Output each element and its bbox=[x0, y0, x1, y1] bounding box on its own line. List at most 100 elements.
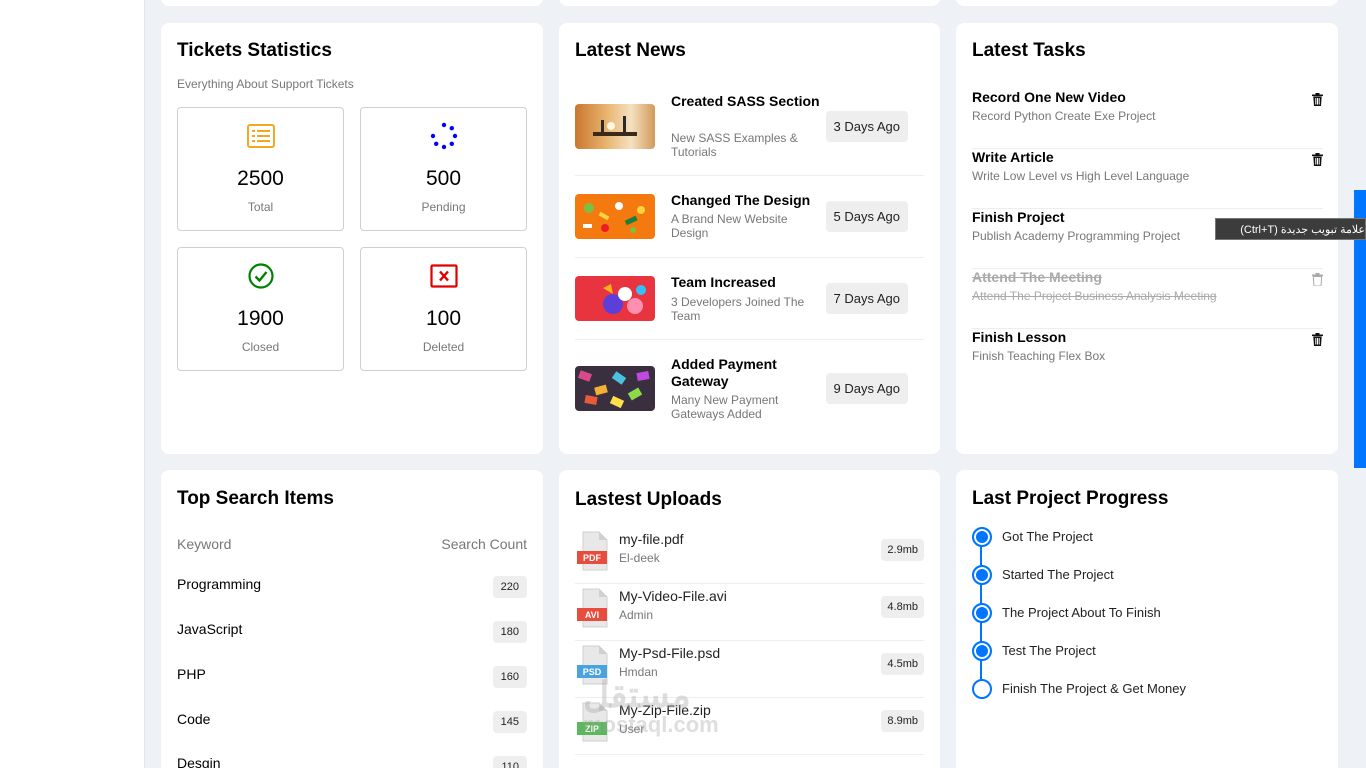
tickets-card: Tickets Statistics Everything About Supp… bbox=[161, 23, 543, 454]
progress-title: Last Project Progress bbox=[972, 488, 1169, 509]
tasks-title: Latest Tasks bbox=[972, 40, 1086, 61]
card-top-middle bbox=[559, 0, 940, 6]
ticket-closed-box: 1900 Closed bbox=[177, 247, 344, 371]
svg-text:PSD: PSD bbox=[583, 667, 602, 677]
upload-name: my-file.pdf bbox=[619, 531, 684, 547]
check-circle-icon bbox=[178, 262, 343, 290]
svg-text:AVI: AVI bbox=[585, 610, 599, 620]
psd-file-icon: PSD bbox=[577, 645, 608, 685]
list-icon bbox=[178, 122, 343, 150]
upload-size: 8.9mb bbox=[881, 710, 924, 732]
trash-icon[interactable] bbox=[1312, 333, 1323, 351]
ticket-closed-value: 1900 bbox=[237, 307, 284, 330]
search-count: 110 bbox=[493, 756, 527, 768]
news-item-desc: New SASS Examples & Tutorials bbox=[671, 131, 798, 159]
search-keyword: Code bbox=[177, 711, 211, 727]
search-card: Top Search Items Keyword Search Count Pr… bbox=[161, 470, 543, 768]
news-item[interactable]: Created SASS Section New SASS Examples &… bbox=[575, 85, 924, 176]
search-keyword: Programming bbox=[177, 576, 262, 592]
news-item-title: Added Payment Gateway bbox=[671, 356, 777, 389]
upload-name: My-Zip-File.zip bbox=[619, 702, 711, 718]
upload-item[interactable]: AVI My-Video-File.avi Admin 4.8mb bbox=[575, 584, 924, 641]
ticket-pending-label: Pending bbox=[421, 200, 466, 214]
card-top-right bbox=[956, 0, 1338, 6]
search-count: 180 bbox=[492, 621, 527, 643]
search-row: JavaScript 180 bbox=[177, 621, 527, 643]
upload-name: My-Psd-File.psd bbox=[619, 645, 721, 661]
search-keyword: PHP bbox=[177, 666, 206, 682]
upload-item[interactable]: ZIP My-Zip-File.zip User 8.9mb bbox=[575, 698, 924, 755]
news-item-date: 3 Days Ago bbox=[825, 111, 908, 142]
search-count: 145 bbox=[492, 711, 527, 733]
news-item[interactable]: Changed The Design A Brand New Website D… bbox=[575, 176, 924, 258]
search-keyword: Desgin bbox=[177, 755, 221, 768]
upload-name: My-Video-File.avi bbox=[619, 588, 727, 604]
news-item-title: Changed The Design bbox=[671, 192, 811, 208]
news-item-date: 5 Days Ago bbox=[825, 201, 908, 232]
search-title: Top Search Items bbox=[177, 488, 334, 509]
news-image bbox=[575, 104, 655, 149]
task-desc: Attend The Project Business Analysis Mee… bbox=[972, 289, 1217, 303]
svg-text:PDF: PDF bbox=[583, 553, 602, 563]
trash-icon[interactable] bbox=[1312, 153, 1323, 171]
ticket-total-label: Total bbox=[247, 200, 274, 214]
trash-icon[interactable] bbox=[1312, 273, 1323, 291]
ticket-pending-box: 500 Pending bbox=[360, 107, 527, 231]
news-item-title: Created SASS Section bbox=[671, 93, 820, 109]
news-item-desc: A Brand New Website Design bbox=[671, 212, 788, 240]
ticket-total-value: 2500 bbox=[237, 167, 284, 190]
news-item[interactable]: Team Increased 3 Developers Joined The T… bbox=[575, 258, 924, 340]
ticket-deleted-box: 100 Deleted bbox=[360, 247, 527, 371]
task-item: Write Article Write Low Level vs High Le… bbox=[972, 149, 1323, 209]
ticket-deleted-label: Deleted bbox=[422, 340, 465, 354]
uploads-card: Lastest Uploads PDF my-file.pdf El-deek … bbox=[559, 470, 940, 768]
avi-file-icon: AVI bbox=[577, 588, 608, 628]
search-row: Programming 220 bbox=[177, 576, 527, 598]
upload-size: 4.8mb bbox=[881, 596, 924, 618]
tickets-title: Tickets Statistics bbox=[177, 40, 332, 61]
upload-user: Admin bbox=[619, 608, 654, 622]
search-row: Desgin 110 bbox=[177, 755, 527, 768]
task-item-done: Attend The Meeting Attend The Project Bu… bbox=[972, 269, 1323, 329]
upload-size: 2.9mb bbox=[881, 539, 924, 561]
task-title: Attend The Meeting bbox=[972, 269, 1102, 285]
task-title: Finish Project bbox=[972, 209, 1065, 225]
news-image bbox=[575, 194, 655, 239]
search-row: Code 145 bbox=[177, 711, 527, 733]
sidebar bbox=[0, 0, 145, 768]
x-square-icon bbox=[361, 262, 526, 290]
spinner-icon bbox=[361, 122, 526, 150]
task-desc: Record Python Create Exe Project bbox=[972, 109, 1156, 123]
upload-item[interactable]: PSD My-Psd-File.psd Hmdan 4.5mb bbox=[575, 641, 924, 698]
progress-card: Last Project Progress Got The Project St… bbox=[956, 470, 1338, 768]
task-item: Record One New Video Record Python Creat… bbox=[972, 89, 1323, 149]
news-item-title: Team Increased bbox=[671, 274, 776, 290]
progress-label: The Project About To Finish bbox=[1002, 605, 1161, 620]
progress-label: Finish The Project & Get Money bbox=[1002, 681, 1187, 696]
trash-icon[interactable] bbox=[1312, 93, 1323, 111]
upload-size: 4.5mb bbox=[881, 653, 924, 675]
progress-dot-filled bbox=[972, 603, 992, 623]
search-count: 160 bbox=[492, 666, 527, 688]
news-title: Latest News bbox=[575, 40, 686, 61]
search-keyword: JavaScript bbox=[177, 621, 243, 637]
news-item[interactable]: Added Payment Gateway Many New Payment G… bbox=[575, 340, 924, 432]
tickets-subtitle: Everything About Support Tickets bbox=[177, 77, 354, 91]
search-row: PHP 160 bbox=[177, 666, 527, 688]
news-item-desc: Many New Payment Gateways Added bbox=[671, 393, 779, 421]
ticket-closed-label: Closed bbox=[241, 340, 280, 354]
card-top-left bbox=[161, 0, 543, 6]
keyword-header: Keyword bbox=[177, 536, 232, 552]
ticket-total-box: 2500 Total bbox=[177, 107, 344, 231]
upload-user: El-deek bbox=[619, 551, 660, 565]
task-desc: Finish Teaching Flex Box bbox=[972, 349, 1106, 363]
uploads-title: Lastest Uploads bbox=[575, 489, 722, 510]
pdf-file-icon: PDF bbox=[577, 531, 608, 571]
progress-dot-filled bbox=[972, 527, 992, 547]
progress-dot-filled bbox=[972, 565, 992, 585]
progress-label: Started The Project bbox=[1002, 567, 1114, 582]
upload-user: Hmdan bbox=[619, 665, 658, 679]
upload-item[interactable]: PDF my-file.pdf El-deek 2.9mb bbox=[575, 527, 924, 584]
count-header: Search Count bbox=[441, 536, 527, 552]
task-desc: Write Low Level vs High Level Language bbox=[972, 169, 1190, 183]
